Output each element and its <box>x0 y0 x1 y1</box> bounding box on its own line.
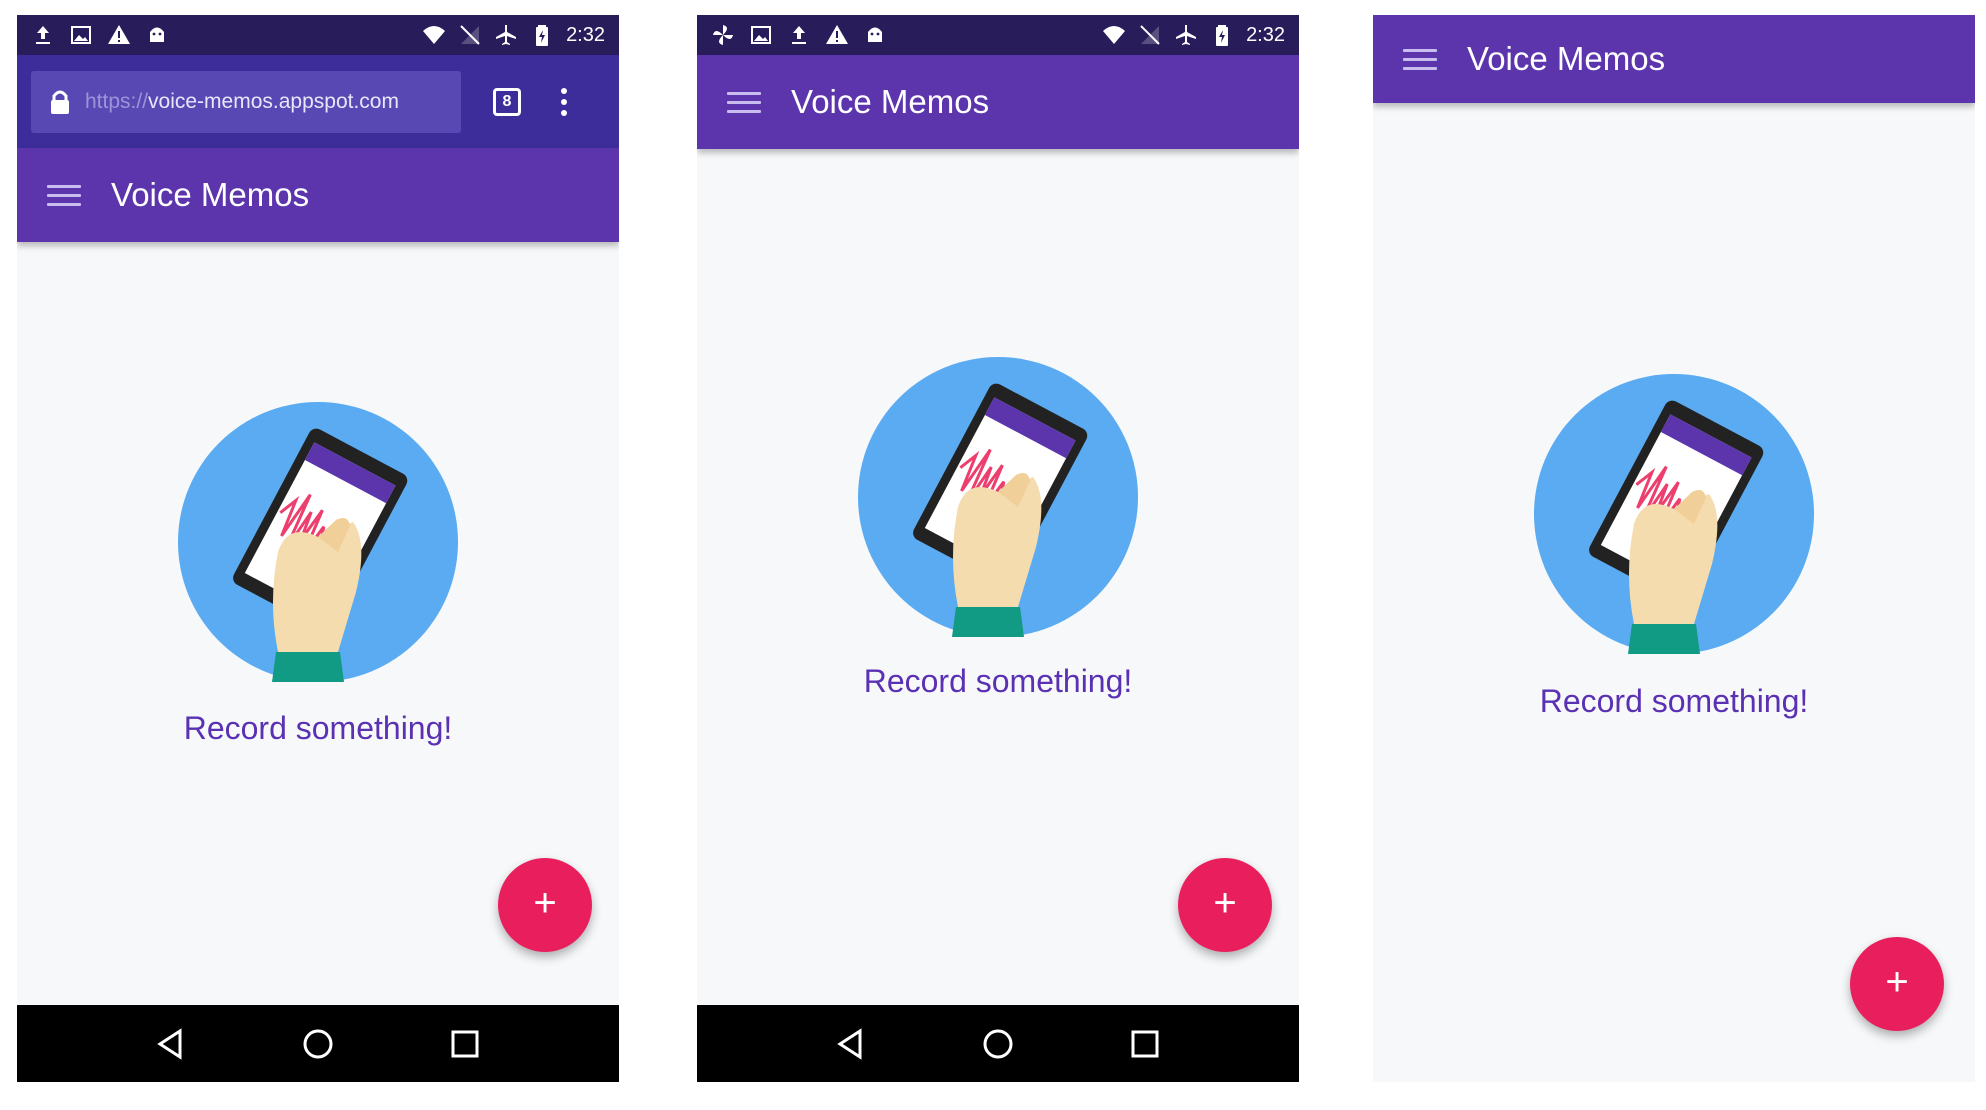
lock-icon <box>49 89 71 115</box>
app-bar: Voice Memos <box>697 55 1299 149</box>
url-bar[interactable]: https://voice-memos.appspot.com <box>31 70 461 133</box>
recents-icon[interactable] <box>1128 1027 1162 1061</box>
plus-icon: + <box>533 881 557 925</box>
hand-holding-phone-illustration <box>858 357 1138 637</box>
url-scheme: https:// <box>85 89 149 113</box>
empty-state-prompt: Record something! <box>863 663 1133 699</box>
no-signal-icon <box>458 23 482 47</box>
status-time: 2:32 <box>566 23 605 46</box>
recents-icon[interactable] <box>448 1027 482 1061</box>
hand-holding-phone-illustration <box>1534 374 1814 654</box>
home-icon[interactable] <box>301 1027 335 1061</box>
app-bar: Voice Memos <box>1373 15 1975 103</box>
empty-state-prompt: Record something! <box>183 710 453 746</box>
wifi-icon <box>1102 23 1126 47</box>
plus-icon: + <box>1213 881 1237 925</box>
no-signal-icon <box>1138 23 1162 47</box>
back-icon[interactable] <box>154 1027 188 1061</box>
airplane-icon <box>1174 23 1198 47</box>
plus-icon: + <box>1885 960 1909 1004</box>
hamburger-menu-icon[interactable] <box>47 184 81 206</box>
tab-switcher-button[interactable]: 8 <box>493 87 521 116</box>
status-bar: 2:32 <box>697 15 1299 55</box>
hamburger-menu-icon[interactable] <box>727 91 761 113</box>
battery-charging-icon <box>1210 23 1234 47</box>
upload-icon <box>31 23 55 47</box>
status-bar: 2:32 <box>17 15 619 55</box>
app-bar: Voice Memos <box>17 148 619 242</box>
system-nav-bar <box>17 1005 619 1082</box>
app-title: Voice Memos <box>111 176 310 213</box>
url-host: voice-memos.appspot.com <box>148 89 399 113</box>
warning-icon <box>825 23 849 47</box>
empty-state-prompt: Record something! <box>1539 683 1809 719</box>
upload-icon <box>787 23 811 47</box>
hamburger-menu-icon[interactable] <box>1403 48 1437 70</box>
system-nav-bar <box>697 1005 1299 1082</box>
add-memo-fab[interactable]: + <box>498 858 592 952</box>
status-time: 2:32 <box>1246 23 1285 46</box>
pinwheel-icon <box>711 23 735 47</box>
wifi-icon <box>422 23 446 47</box>
app-title: Voice Memos <box>791 83 990 120</box>
add-memo-fab[interactable]: + <box>1178 858 1272 952</box>
image-icon <box>749 23 773 47</box>
screen-browser: 2:32 https://voice-memos.appspot.com 8 V… <box>17 15 619 1082</box>
hand-holding-phone-illustration <box>178 402 458 682</box>
android-icon <box>145 23 169 47</box>
back-icon[interactable] <box>834 1027 868 1061</box>
screen-fullscreen: Voice Memos Record something! + <box>1373 15 1975 1082</box>
overflow-menu-icon[interactable] <box>561 87 567 116</box>
android-icon <box>863 23 887 47</box>
airplane-icon <box>494 23 518 47</box>
browser-toolbar: https://voice-memos.appspot.com 8 <box>17 55 619 148</box>
home-icon[interactable] <box>981 1027 1015 1061</box>
warning-icon <box>107 23 131 47</box>
screen-standalone: 2:32 Voice Memos Record something! + <box>697 15 1299 1082</box>
add-memo-fab[interactable]: + <box>1850 937 1944 1031</box>
battery-charging-icon <box>530 23 554 47</box>
image-icon <box>69 23 93 47</box>
app-title: Voice Memos <box>1467 40 1666 77</box>
